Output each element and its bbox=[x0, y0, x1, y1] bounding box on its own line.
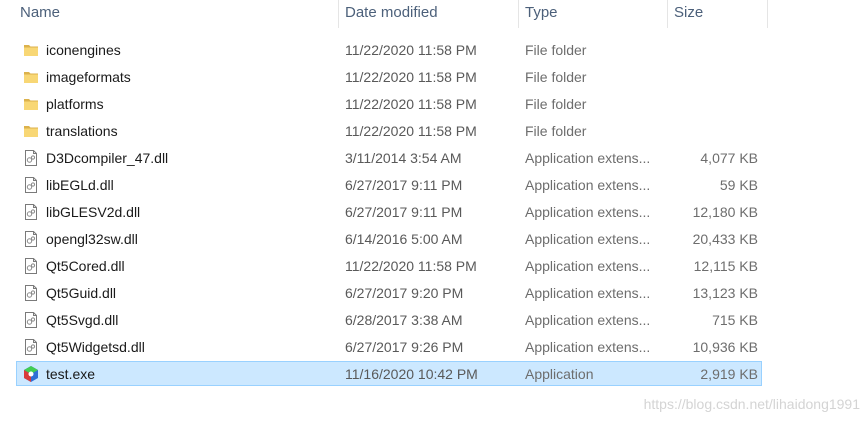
file-type: Application bbox=[525, 366, 594, 382]
file-size: 10,936 KB bbox=[692, 339, 758, 355]
file-size bbox=[670, 91, 758, 118]
file-name: translations bbox=[46, 123, 118, 139]
watermark-text: https://blog.csdn.net/lihaidong1991 bbox=[643, 396, 860, 412]
dll-file-icon bbox=[22, 284, 40, 302]
file-name: Qt5Svgd.dll bbox=[46, 312, 119, 328]
file-size: 20,433 KB bbox=[692, 231, 758, 247]
column-header-name[interactable]: Name bbox=[13, 0, 338, 28]
file-name: platforms bbox=[46, 96, 104, 112]
column-header-date-modified[interactable]: Date modified bbox=[338, 0, 518, 28]
dll-file-icon bbox=[22, 203, 40, 221]
file-name: Qt5Widgetsd.dll bbox=[46, 339, 145, 355]
file-explorer-view: Name Date modified Type Size iconengines… bbox=[0, 0, 868, 422]
file-type: Application extens... bbox=[525, 285, 651, 301]
file-name: D3Dcompiler_47.dll bbox=[46, 150, 169, 166]
file-date-modified: 11/16/2020 10:42 PM bbox=[345, 366, 478, 382]
file-type: File folder bbox=[525, 123, 587, 139]
file-size: 59 KB bbox=[719, 177, 758, 193]
file-size: 13,123 KB bbox=[692, 285, 758, 301]
column-header-size[interactable]: Size bbox=[667, 0, 767, 28]
file-size bbox=[670, 37, 758, 64]
file-date-modified: 11/22/2020 11:58 PM bbox=[345, 96, 477, 112]
application-icon bbox=[22, 365, 40, 383]
file-list: iconengines 11/22/2020 11:58 PM File folde… bbox=[0, 37, 868, 388]
column-divider[interactable] bbox=[767, 0, 768, 28]
file-type: Application extens... bbox=[525, 204, 651, 220]
file-name: libEGLd.dll bbox=[46, 177, 114, 193]
file-name: libGLESV2d.dll bbox=[46, 204, 141, 220]
file-date-modified: 3/11/2014 3:54 AM bbox=[345, 150, 462, 166]
file-size: 2,919 KB bbox=[700, 366, 758, 382]
file-size: 4,077 KB bbox=[700, 150, 758, 166]
column-header-bar: Name Date modified Type Size bbox=[0, 0, 868, 28]
folder-icon bbox=[22, 68, 40, 86]
file-type: File folder bbox=[525, 69, 587, 85]
file-date-modified: 6/27/2017 9:26 PM bbox=[345, 339, 464, 355]
file-row[interactable]: Qt5Cored.dll 11/22/2020 11:58 PM Applicati… bbox=[0, 253, 868, 280]
folder-icon bbox=[22, 41, 40, 59]
file-row[interactable]: libEGLd.dll 6/27/2017 9:11 PM Application … bbox=[0, 172, 868, 199]
file-row[interactable]: libGLESV2d.dll 6/27/2017 9:11 PM Applicati… bbox=[0, 199, 868, 226]
file-name: iconengines bbox=[46, 42, 121, 58]
column-header-type[interactable]: Type bbox=[518, 0, 667, 28]
file-size: 12,180 KB bbox=[692, 204, 758, 220]
dll-file-icon bbox=[22, 230, 40, 248]
file-date-modified: 6/14/2016 5:00 AM bbox=[345, 231, 463, 247]
file-name: Qt5Guid.dll bbox=[46, 285, 117, 301]
dll-file-icon bbox=[22, 311, 40, 329]
file-row[interactable]: test.exe 11/16/2020 10:42 PM Application 2,… bbox=[0, 361, 868, 388]
file-type: File folder bbox=[525, 42, 587, 58]
file-size: 12,115 KB bbox=[693, 258, 758, 274]
dll-file-icon bbox=[22, 257, 40, 275]
file-name: imageformats bbox=[46, 69, 131, 85]
file-row[interactable]: imageformats 11/22/2020 11:58 PM File fold… bbox=[0, 64, 868, 91]
file-date-modified: 6/27/2017 9:11 PM bbox=[345, 177, 463, 193]
folder-icon bbox=[22, 95, 40, 113]
file-type: Application extens... bbox=[525, 258, 651, 274]
dll-file-icon bbox=[22, 338, 40, 356]
file-date-modified: 11/22/2020 11:58 PM bbox=[345, 258, 477, 274]
file-type: Application extens... bbox=[525, 150, 651, 166]
file-row[interactable]: Qt5Guid.dll 6/27/2017 9:20 PM Application … bbox=[0, 280, 868, 307]
dll-file-icon bbox=[22, 176, 40, 194]
file-name: Qt5Cored.dll bbox=[46, 258, 125, 274]
file-type: Application extens... bbox=[525, 177, 651, 193]
file-size: 715 KB bbox=[712, 312, 758, 328]
file-date-modified: 11/22/2020 11:58 PM bbox=[345, 123, 477, 139]
file-row[interactable]: Qt5Widgetsd.dll 6/27/2017 9:26 PM Applicat… bbox=[0, 334, 868, 361]
file-size bbox=[670, 118, 758, 145]
file-row[interactable]: translations 11/22/2020 11:58 PM File fold… bbox=[0, 118, 868, 145]
file-date-modified: 6/28/2017 3:38 AM bbox=[345, 312, 463, 328]
file-date-modified: 6/27/2017 9:11 PM bbox=[345, 204, 463, 220]
file-type: Application extens... bbox=[525, 339, 651, 355]
file-row[interactable]: opengl32sw.dll 6/14/2016 5:00 AM Applicati… bbox=[0, 226, 868, 253]
folder-icon bbox=[22, 122, 40, 140]
file-row[interactable]: iconengines 11/22/2020 11:58 PM File folde… bbox=[0, 37, 868, 64]
file-date-modified: 11/22/2020 11:58 PM bbox=[345, 42, 477, 58]
file-date-modified: 11/22/2020 11:58 PM bbox=[345, 69, 477, 85]
file-type: Application extens... bbox=[525, 231, 651, 247]
file-name: opengl32sw.dll bbox=[46, 231, 138, 247]
file-row[interactable]: platforms 11/22/2020 11:58 PM File folder bbox=[0, 91, 868, 118]
file-date-modified: 6/27/2017 9:20 PM bbox=[345, 285, 464, 301]
dll-file-icon bbox=[22, 149, 40, 167]
file-row[interactable]: D3Dcompiler_47.dll 3/11/2014 3:54 AM Appli… bbox=[0, 145, 868, 172]
file-row[interactable]: Qt5Svgd.dll 6/28/2017 3:38 AM Application … bbox=[0, 307, 868, 334]
file-type: Application extens... bbox=[525, 312, 651, 328]
file-type: File folder bbox=[525, 96, 587, 112]
file-size bbox=[670, 64, 758, 91]
file-name: test.exe bbox=[46, 366, 96, 382]
